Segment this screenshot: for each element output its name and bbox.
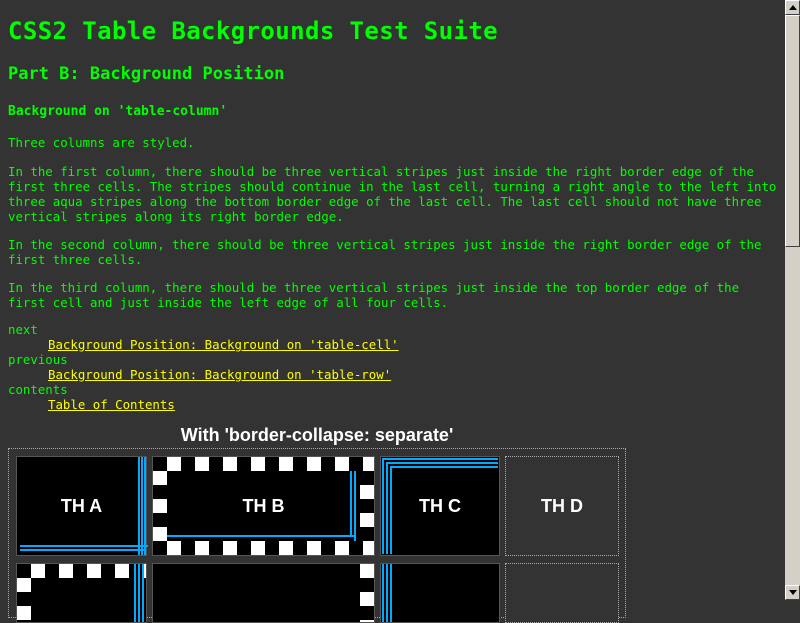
scroll-down-button[interactable] bbox=[785, 585, 800, 600]
stripe-decoration bbox=[142, 564, 144, 622]
checker-left bbox=[17, 578, 31, 622]
scrollbar-thumb[interactable] bbox=[785, 15, 800, 247]
checker-top bbox=[17, 564, 146, 578]
body-cell-a bbox=[16, 563, 147, 623]
stripe-decoration bbox=[386, 564, 388, 622]
stripe-decoration bbox=[382, 564, 384, 622]
stripe-decoration bbox=[138, 564, 140, 622]
header-cell-a-label: TH A bbox=[60, 495, 103, 516]
checker-left bbox=[153, 471, 167, 541]
intro-paragraph: Three columns are styled. bbox=[8, 135, 195, 150]
third-column-paragraph: In the third column, there should be thr… bbox=[8, 280, 740, 310]
header-cell-c-label: TH C bbox=[419, 495, 461, 516]
stripe-decoration bbox=[354, 471, 356, 541]
next-link[interactable]: Background Position: Background on 'tabl… bbox=[48, 337, 399, 352]
checker-right bbox=[360, 564, 374, 622]
stripe-decoration bbox=[350, 471, 352, 537]
previous-link[interactable]: Background Position: Background on 'tabl… bbox=[48, 367, 391, 382]
second-column-paragraph: In the second column, there should be th… bbox=[8, 237, 762, 267]
next-label: next bbox=[8, 322, 38, 337]
arrow-down-icon bbox=[789, 590, 797, 595]
header-cell-a: TH A bbox=[16, 456, 147, 556]
vertical-scrollbar[interactable] bbox=[785, 0, 800, 600]
body-cell-b bbox=[152, 563, 375, 623]
contents-link[interactable]: Table of Contents bbox=[48, 397, 175, 412]
contents-label: contents bbox=[8, 382, 68, 397]
previous-label: previous bbox=[8, 352, 68, 367]
header-cell-d: TH D bbox=[505, 456, 619, 556]
part-heading: Part B: Background Position bbox=[8, 64, 285, 84]
section-heading: Background on 'table-column' bbox=[8, 104, 228, 119]
cell-inner bbox=[31, 578, 146, 622]
stripe-decoration bbox=[167, 535, 356, 537]
navigation-list: next Background Position: Background on … bbox=[8, 322, 399, 412]
stripe-decoration bbox=[20, 545, 148, 547]
checker-right bbox=[360, 471, 374, 541]
header-cell-c: TH C bbox=[380, 456, 500, 556]
body-cell-d bbox=[505, 563, 619, 623]
stripe-decoration bbox=[20, 549, 144, 551]
stripe-decoration bbox=[390, 564, 392, 622]
body-cell-c bbox=[380, 563, 500, 623]
scroll-up-button[interactable] bbox=[785, 0, 800, 15]
header-cell-b: TH B bbox=[152, 456, 375, 556]
header-cell-b-label: TH B bbox=[242, 495, 285, 516]
arrow-up-icon bbox=[789, 5, 797, 10]
table-caption: With 'border-collapse: separate' bbox=[180, 425, 454, 445]
page-title: CSS2 Table Backgrounds Test Suite bbox=[8, 17, 499, 45]
stripe-decoration bbox=[134, 564, 136, 622]
first-column-paragraph: In the first column, there should be thr… bbox=[8, 164, 777, 224]
test-table: TH A TH B TH C TH D bbox=[8, 448, 626, 623]
header-cell-d-label: TH D bbox=[541, 495, 583, 516]
